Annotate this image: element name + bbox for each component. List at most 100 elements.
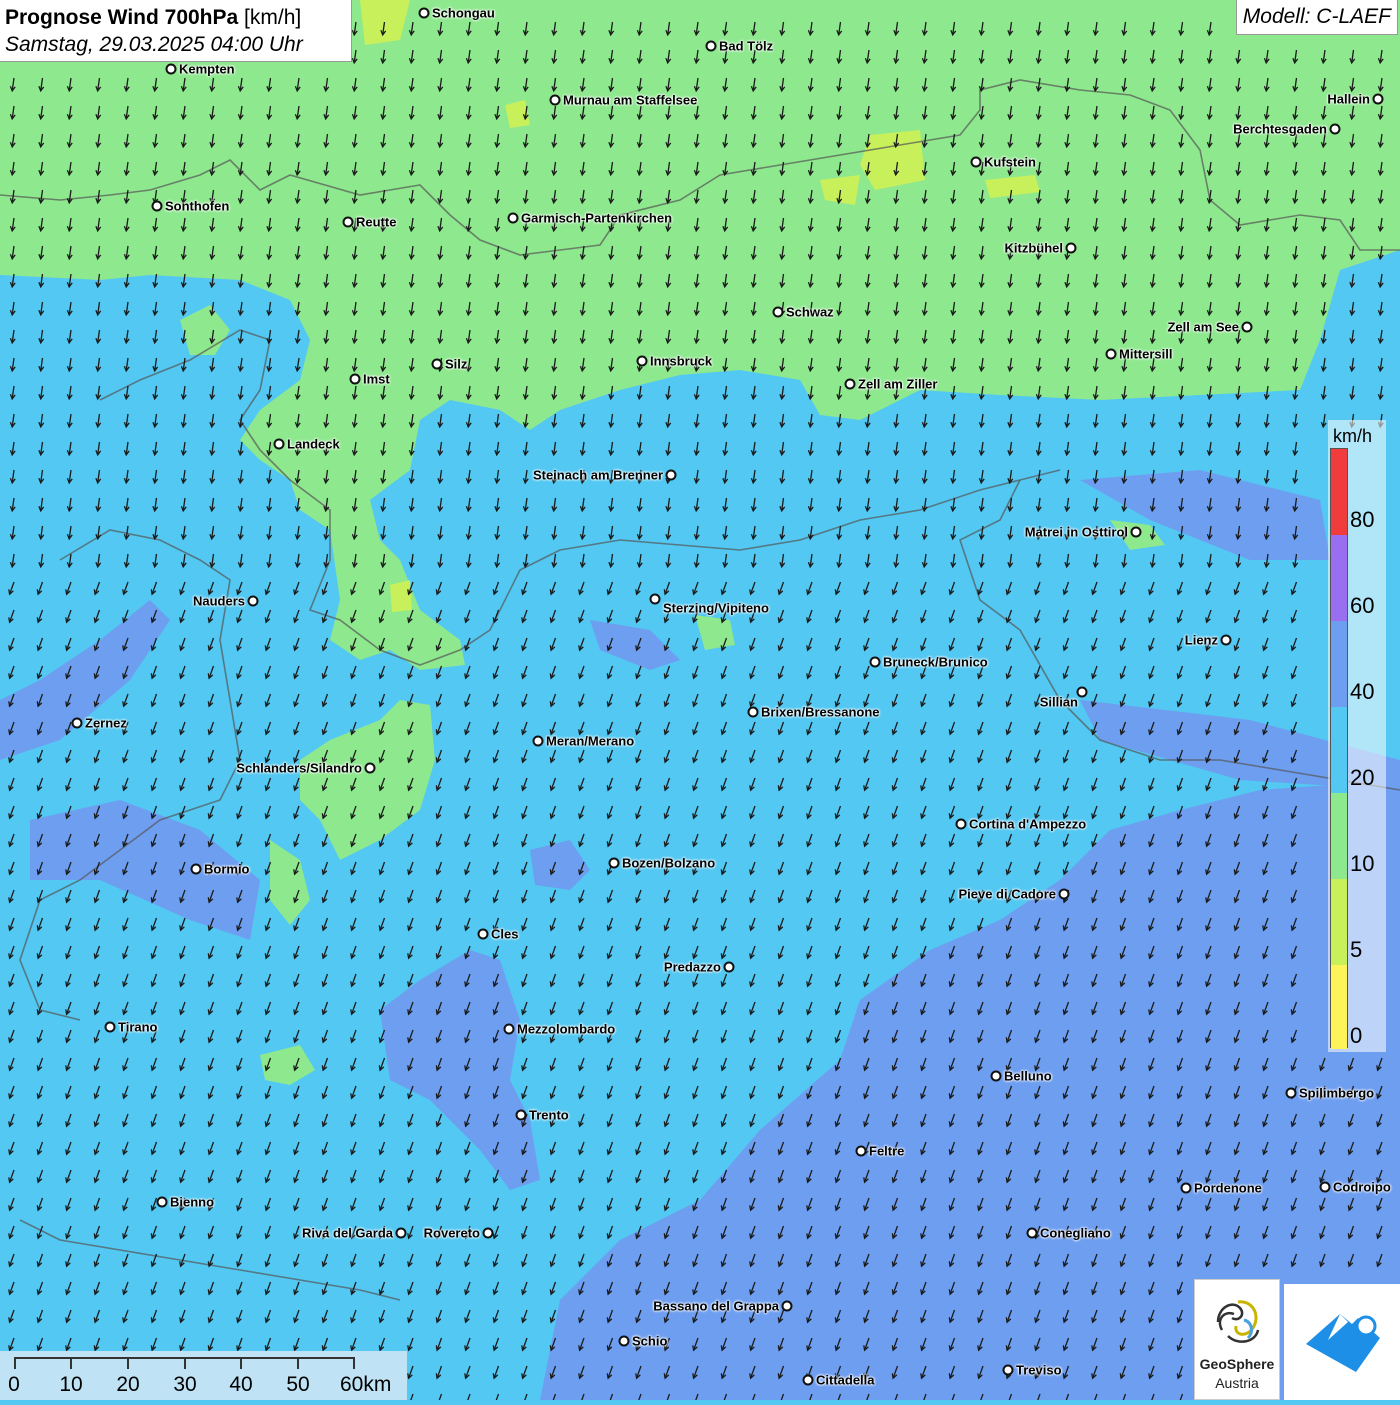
city-label: Belluno [1004,1068,1052,1084]
city-label: Bormio [204,861,250,877]
city-dot [723,961,735,973]
city-dot [1329,123,1341,135]
city-label: Lienz [1184,632,1218,648]
city-label: Landeck [287,436,340,452]
city-dot [1026,1227,1038,1239]
scale-tick-40 [240,1357,242,1369]
map-title-main: Prognose Wind 700hPa [5,6,239,29]
map-title-unit: [km/h] [244,6,302,29]
city-label: Garmisch-Partenkirchen [521,210,673,226]
legend-label-5: 5 [1350,937,1363,962]
city-dot [1065,242,1077,254]
city-label: Codroipo [1333,1179,1391,1195]
map-title: Prognose Wind 700hPa [km/h] [5,4,351,32]
city-dot [156,1196,168,1208]
legend-label-0: 0 [1350,1023,1363,1048]
legend-segment-0-5 [1331,965,1347,1049]
city-label: Innsbruck [650,353,713,369]
city-dot [549,94,561,106]
geosphere-logo-name: GeoSphere [1199,1356,1275,1372]
legend-segment-20-40 [1331,707,1347,793]
city-label: Riva del Garda [301,1225,393,1241]
scale-tick-30 [184,1357,186,1369]
legend-label-10: 10 [1350,851,1375,876]
scale-tick-50 [297,1357,299,1369]
city-dot [364,762,376,774]
city-label: Kempten [179,61,235,77]
city-dot [855,1145,867,1157]
scale-bar: 0 10 20 30 40 50 60km [0,1351,407,1400]
model-label: Modell: C-LAEF [1235,0,1398,35]
scale-label-40: 40 [229,1373,253,1396]
city-dot [1241,321,1253,333]
city-label: Mittersill [1119,346,1173,362]
city-label: Pordenone [1194,1180,1262,1196]
city-label: Conegliano [1040,1225,1111,1241]
color-legend: km/h 80 60 40 20 10 5 0 [1328,420,1386,1052]
city-label: Feltre [869,1143,905,1159]
city-dot [395,1227,407,1239]
city-label: Kufstein [984,154,1036,170]
city-label: Hallein [1327,91,1370,107]
city-label: Murnau am Staffelsee [563,92,698,108]
city-label: Bruneck/Brunico [883,654,988,670]
city-label: Steinach am Brenner [532,467,663,483]
scale-label-0: 0 [8,1373,20,1396]
scale-tick-20 [127,1357,129,1369]
city-dot [1130,526,1142,538]
city-dot [665,469,677,481]
city-label: Cles [491,926,519,942]
city-label: Zernez [85,715,127,731]
city-label: Sonthofen [165,198,230,214]
geosphere-logo: GeoSphere Austria [1194,1279,1280,1400]
scale-label-30: 30 [173,1373,197,1396]
legend-label-60: 60 [1350,593,1375,618]
city-dot [71,717,83,729]
city-label: Brixen/Bressanone [761,704,880,720]
city-label: Cortina d'Ampezzo [969,816,1087,832]
legend-label-20: 20 [1350,765,1375,790]
city-dot [772,306,784,318]
city-label: Imst [363,371,390,387]
city-dot [636,355,648,367]
legend-label-40: 40 [1350,679,1375,704]
legend-label-80: 80 [1350,507,1375,532]
city-dot [990,1070,1002,1082]
city-label: Cittadella [816,1372,875,1388]
city-dot [955,818,967,830]
scale-tick-10 [70,1357,72,1369]
forecast-datetime: Samstag, 29.03.2025 04:00 Uhr [5,33,303,56]
city-label: Tirano [118,1019,158,1035]
city-dot [151,200,163,212]
legend-segment-40-60 [1331,621,1347,707]
city-label: Schlanders/Silandro [236,760,362,776]
city-dot [247,595,259,607]
city-label: Matrei in Osttirol [1024,524,1128,540]
city-label: Bad Tölz [719,38,774,54]
city-label: Trento [529,1107,569,1123]
city-dot [618,1335,630,1347]
city-dot [104,1021,116,1033]
city-label: Bozen/Bolzano [622,855,716,871]
city-dot [515,1109,527,1121]
city-dot [747,706,759,718]
partner-logo-icon [1306,1314,1380,1372]
legend-segment-80-plus [1331,449,1347,535]
city-dot [1220,634,1232,646]
city-label: Schongau [432,5,495,21]
city-label: Rovereto [423,1225,480,1241]
scale-label-50: 50 [286,1373,310,1396]
scale-label-20: 20 [116,1373,140,1396]
city-dot [1002,1364,1014,1376]
city-dot [1180,1182,1192,1194]
city-label: Pieve di Cadore [958,886,1056,902]
city-dot [1285,1087,1297,1099]
city-dot [1372,93,1384,105]
city-dot [342,216,354,228]
partner-logo [1284,1284,1400,1400]
city-dot [705,40,717,52]
scale-label-10: 10 [59,1373,83,1396]
city-dot [165,63,177,75]
city-dot [482,1227,494,1239]
city-label: Bassano del Grappa [653,1298,779,1314]
